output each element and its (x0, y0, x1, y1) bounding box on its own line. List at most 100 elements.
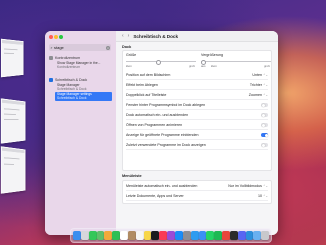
popup-button[interactable]: Zoomen ⌃⌄ (249, 93, 268, 97)
popup-value: Unten (252, 73, 262, 77)
toggle-switch[interactable] (261, 133, 268, 137)
row-label: Zuletzt verwendete Programme im Dock anz… (126, 143, 206, 147)
row-label: Fenster hinter Programmsymbol im Dock ab… (126, 103, 206, 107)
search-result[interactable]: Show Stage Manager in the... Kontrollzen… (55, 61, 112, 70)
group-title: Schreibtisch & Dock (55, 78, 88, 82)
magnification-slider[interactable] (201, 59, 271, 65)
size-slider[interactable] (126, 59, 196, 65)
row-label: Effekt beim Ablegen (126, 83, 158, 87)
maps-icon[interactable] (96, 231, 105, 240)
settings-row: Dock automatisch ein- und ausblenden (126, 111, 268, 120)
up-down-chevron-icon: ⌃⌄ (262, 83, 268, 87)
up-down-chevron-icon: ⌃⌄ (262, 194, 268, 198)
terminal-icon[interactable] (229, 231, 238, 240)
photos-icon[interactable] (104, 231, 113, 240)
dock-icon (49, 78, 53, 82)
settings-pane: ‹ › Schreibtisch & Dock Dock Größe Vergr… (116, 31, 278, 235)
settings-row: Zuletzt verwendete Programme im Dock anz… (126, 141, 268, 150)
section-title-menubar: Menüleiste (122, 174, 142, 178)
up-down-chevron-icon: ⌃⌄ (262, 93, 268, 97)
row-label: Menüleiste automatisch ein- und ausblend… (126, 184, 198, 188)
page-title: Schreibtisch & Dock (133, 33, 179, 39)
mag-min-label: aus (201, 64, 206, 68)
notes-icon[interactable] (143, 231, 152, 240)
vscode-icon[interactable] (245, 231, 254, 240)
size-slider-knob[interactable] (156, 59, 162, 65)
contacts-icon[interactable] (127, 231, 136, 240)
settings-row: Letzte Dokumente, Apps und Server 10 ⌃⌄ (126, 192, 268, 201)
zoom-button[interactable] (59, 35, 63, 39)
popup-value: Zoomen (248, 93, 262, 97)
spotify-icon[interactable] (214, 231, 223, 240)
stage-window-thumbnail[interactable] (0, 38, 24, 78)
trash-icon[interactable] (261, 231, 270, 240)
clear-search-icon[interactable]: × (106, 45, 110, 50)
result-sub: Schreibtisch & Dock (57, 95, 87, 100)
discord-icon[interactable] (237, 231, 246, 240)
popup-button[interactable]: 10 ⌃⌄ (258, 194, 268, 198)
search-result-selected[interactable]: Stage Manager settings Schreibtisch & Do… (55, 92, 112, 102)
dock-settings-card: Größe Vergrößerung klein groß aus klein … (122, 50, 272, 171)
up-down-chevron-icon: ⌃⌄ (262, 184, 268, 188)
settings-row: Menüleiste automatisch ein- und ausblend… (126, 182, 268, 191)
search-field[interactable]: ⌕ stage × (49, 44, 111, 51)
chrome-icon[interactable] (222, 231, 230, 240)
calendar-icon[interactable] (120, 231, 128, 240)
whatsapp-icon[interactable] (206, 231, 215, 240)
settings-row: Effekt beim Ablegen Trichter ⌃⌄ (126, 81, 268, 90)
up-down-chevron-icon: ⌃⌄ (262, 73, 268, 77)
popup-button[interactable]: Trichter ⌃⌄ (250, 83, 268, 87)
mail-icon[interactable] (198, 231, 207, 240)
result-sub: Kontrollzentrum (57, 64, 81, 69)
toggle-switch[interactable] (261, 113, 268, 117)
search-result[interactable]: Stage Manager Schreibtisch & Dock (55, 83, 112, 92)
minimize-button[interactable] (54, 35, 58, 39)
row-label: Letzte Dokumente, Apps und Server (126, 194, 184, 198)
stage-window-thumbnail[interactable] (0, 146, 26, 194)
reminders-icon[interactable] (135, 231, 144, 240)
back-chevron-icon[interactable]: ‹ (122, 33, 124, 39)
search-input[interactable]: stage (54, 45, 106, 50)
toggle-switch[interactable] (261, 123, 268, 127)
row-label: Anzeige für geöffnete Programme einblend… (126, 133, 199, 137)
group-title: Kontrollzentrum (55, 56, 81, 60)
popup-value: Trichter (249, 83, 262, 87)
forward-chevron-icon[interactable]: › (128, 33, 130, 39)
popup-button[interactable]: Nur im Vollbildmodus ⌃⌄ (228, 184, 268, 188)
popup-button[interactable]: Unten ⌃⌄ (252, 73, 268, 77)
music-icon[interactable] (159, 231, 168, 240)
size-max-label: groß (189, 64, 195, 68)
finder-icon[interactable] (73, 231, 81, 240)
row-label: Doppelklick auf Titelleiste (126, 93, 167, 97)
popup-value: 10 (257, 194, 262, 198)
system-settings-window: ⌕ stage × Kontrollzentrum Show Stage Man… (45, 31, 278, 235)
toggle-switch[interactable] (261, 103, 268, 107)
sidebar: ⌕ stage × Kontrollzentrum Show Stage Man… (45, 31, 117, 235)
row-label: Dock automatisch ein- und ausblenden (126, 113, 189, 117)
facetime-icon[interactable] (112, 231, 121, 240)
menubar-settings-card: Menüleiste automatisch ein- und ausblend… (122, 180, 272, 204)
folder-icon[interactable] (253, 231, 262, 240)
settings-row: Doppelklick auf Titelleiste Zoomen ⌃⌄ (126, 91, 268, 100)
settings-row: Position auf dem Bildschirm Unten ⌃⌄ (126, 71, 268, 80)
podcasts-icon[interactable] (167, 231, 175, 240)
settings-row: Öffnen von Programmen animieren (126, 121, 268, 130)
popup-value: Nur im Vollbildmodus (228, 184, 262, 188)
row-label: Öffnen von Programmen animieren (126, 123, 183, 127)
close-button[interactable] (49, 35, 53, 39)
result-sub: Schreibtisch & Dock (57, 86, 87, 91)
control-center-icon (49, 56, 53, 60)
mag-mid-label: klein (211, 64, 217, 68)
row-label: Position auf dem Bildschirm (126, 73, 171, 77)
settings-row: Fenster hinter Programmsymbol im Dock ab… (126, 101, 268, 110)
safari-icon[interactable] (190, 231, 199, 240)
launchpad-icon[interactable] (80, 231, 89, 240)
size-min-label: klein (126, 64, 132, 68)
appstore-icon[interactable] (174, 231, 183, 240)
messages-icon[interactable] (88, 231, 97, 240)
tv-icon[interactable] (151, 231, 160, 240)
toggle-switch[interactable] (261, 143, 268, 147)
magnification-label: Vergrößerung (201, 53, 223, 57)
stage-window-thumbnail[interactable] (0, 98, 26, 144)
system-settings-icon[interactable] (182, 231, 191, 240)
